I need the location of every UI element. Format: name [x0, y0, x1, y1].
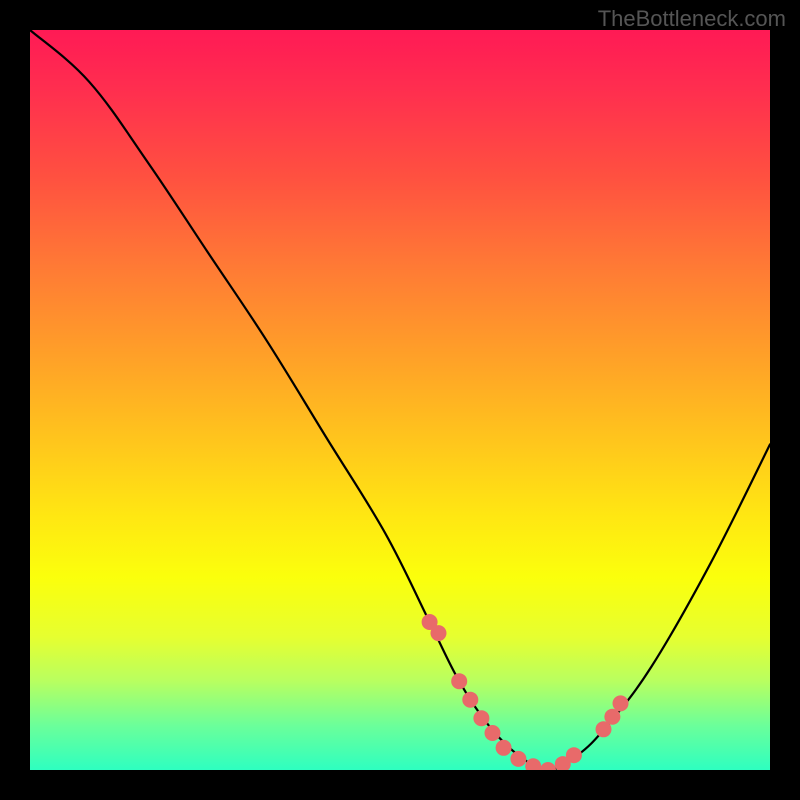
curve-marker — [473, 710, 489, 726]
curve-marker — [566, 747, 582, 763]
curve-marker — [604, 709, 620, 725]
curve-marker — [451, 673, 467, 689]
curve-marker — [462, 692, 478, 708]
curve-marker — [510, 751, 526, 767]
curve-marker — [540, 762, 556, 770]
curve-markers — [422, 614, 629, 770]
chart-svg — [30, 30, 770, 770]
curve-marker — [496, 740, 512, 756]
plot-area — [30, 30, 770, 770]
curve-marker — [430, 625, 446, 641]
curve-marker — [613, 695, 629, 711]
curve-marker — [485, 725, 501, 741]
curve-marker — [525, 758, 541, 770]
attribution-text: TheBottleneck.com — [598, 6, 786, 32]
bottleneck-curve — [30, 30, 770, 770]
